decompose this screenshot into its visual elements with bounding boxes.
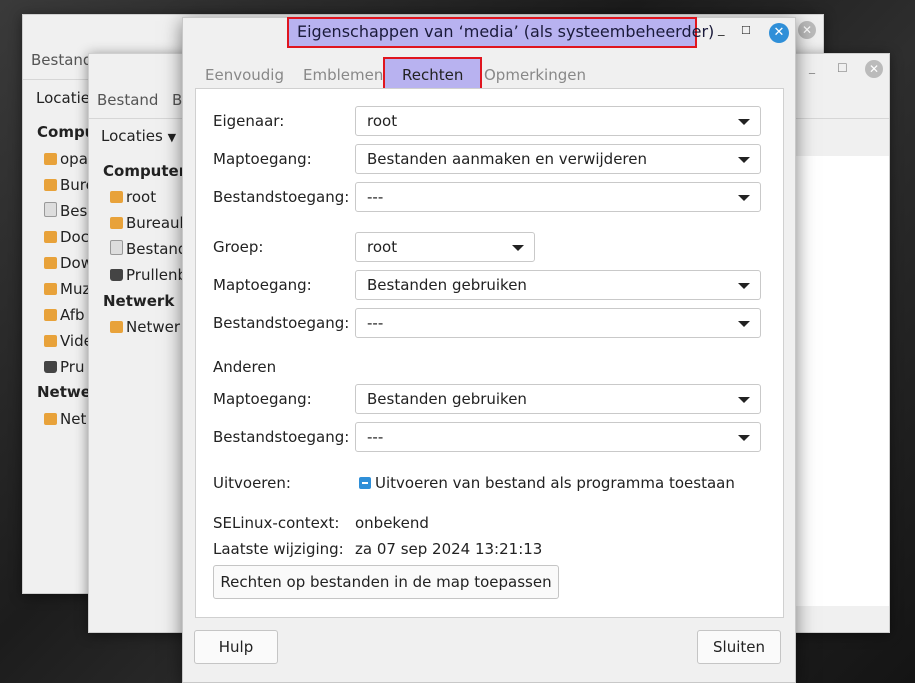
apply-recursive-button[interactable]: Rechten op bestanden in de map toepassen <box>213 565 559 599</box>
bg2-content-area <box>789 156 889 606</box>
bg1-sidebar-item[interactable]: Bes <box>44 202 87 220</box>
pictures-folder-icon <box>44 309 57 321</box>
execute-checkbox[interactable] <box>359 477 371 489</box>
home-folder-icon <box>44 153 57 165</box>
desktop-folder-icon <box>110 217 123 229</box>
bg2-sidebar-item[interactable]: root <box>110 188 156 206</box>
close-icon[interactable]: ✕ <box>769 23 789 43</box>
music-folder-icon <box>44 283 57 295</box>
tab-emblemen[interactable]: Emblemen <box>303 66 383 84</box>
selinux-value: onbekend <box>355 514 429 532</box>
bg2-maximize-icon[interactable]: ☐ <box>837 61 848 75</box>
bg2-locations-button[interactable]: Locaties ▼ <box>101 127 176 145</box>
minimize-icon[interactable]: _ <box>718 22 725 37</box>
dropdown-arrow-icon <box>738 157 750 163</box>
network-icon <box>44 413 57 425</box>
owner-file-access-label: Bestandstoegang: <box>213 188 350 206</box>
owner-label: Eigenaar: <box>213 112 285 130</box>
bg2-computer-heading: Computer <box>103 162 187 180</box>
trash-icon <box>44 361 57 373</box>
dropdown-arrow-icon <box>738 195 750 201</box>
modified-label: Laatste wijziging: <box>213 540 344 558</box>
downloads-folder-icon <box>44 257 57 269</box>
chevron-down-icon: ▼ <box>167 131 177 144</box>
dropdown-arrow-icon <box>738 397 750 403</box>
owner-folder-access-combo[interactable]: Bestanden aanmaken en verwijderen <box>355 144 761 174</box>
bg2-sidebar-item[interactable]: Prullenb <box>110 266 187 284</box>
owner-folder-access-label: Maptoegang: <box>213 150 312 168</box>
others-folder-access-combo[interactable]: Bestanden gebruiken <box>355 384 761 414</box>
execute-checkbox-label[interactable]: Uitvoeren van bestand als programma toes… <box>375 474 735 492</box>
close-button[interactable]: Sluiten <box>697 630 781 664</box>
dropdown-arrow-icon <box>738 435 750 441</box>
bg2-network-heading: Netwerk <box>103 292 175 310</box>
owner-file-access-combo[interactable]: --- <box>355 182 761 212</box>
others-label: Anderen <box>213 358 277 376</box>
bg1-sidebar-item[interactable]: Pru <box>44 358 84 376</box>
home-folder-icon <box>110 191 123 203</box>
bg2-menu-b[interactable]: B <box>172 91 182 109</box>
bg1-sidebar-item[interactable]: Vide <box>44 332 93 350</box>
bg2-menu-file[interactable]: Bestand <box>97 91 158 109</box>
bg1-sidebar-item[interactable]: Doc <box>44 228 89 246</box>
dropdown-arrow-icon <box>738 283 750 289</box>
execute-label: Uitvoeren: <box>213 474 291 492</box>
bg2-close-icon[interactable]: ✕ <box>865 60 883 78</box>
dropdown-arrow-icon <box>738 119 750 125</box>
bg1-sidebar-item[interactable]: opa <box>44 150 88 168</box>
group-file-access-combo[interactable]: --- <box>355 308 761 338</box>
bg1-computer-heading: Compu <box>37 123 96 141</box>
bg1-sidebar-item[interactable]: Dow <box>44 254 93 272</box>
owner-combo[interactable]: root <box>355 106 761 136</box>
others-folder-access-label: Maptoegang: <box>213 390 312 408</box>
bg2-sidebar-item[interactable]: Bureaub <box>110 214 189 232</box>
documents-folder-icon <box>44 231 57 243</box>
group-combo[interactable]: root <box>355 232 535 262</box>
trash-icon <box>110 269 123 281</box>
network-icon <box>110 321 123 333</box>
file-icon <box>110 240 123 255</box>
group-label: Groep: <box>213 238 264 256</box>
group-file-access-label: Bestandstoegang: <box>213 314 350 332</box>
bg2-sidebar-item[interactable]: Netwer <box>110 318 180 336</box>
bg2-sidebar-item[interactable]: Bestand <box>110 240 187 258</box>
tab-opmerkingen[interactable]: Opmerkingen <box>484 66 586 84</box>
bg1-sidebar-item[interactable]: Muz <box>44 280 90 298</box>
tab-eenvoudig[interactable]: Eenvoudig <box>205 66 284 84</box>
group-folder-access-label: Maptoegang: <box>213 276 312 294</box>
bg1-network-heading: Netwe <box>37 383 91 401</box>
bg1-close-icon[interactable]: ✕ <box>798 21 816 39</box>
videos-folder-icon <box>44 335 57 347</box>
others-file-access-combo[interactable]: --- <box>355 422 761 452</box>
desktop-folder-icon <box>44 179 57 191</box>
bg1-menu-file[interactable]: Bestand <box>31 51 92 69</box>
tab-rechten[interactable]: Rechten <box>402 66 463 84</box>
dropdown-arrow-icon <box>512 245 524 251</box>
selinux-label: SELinux-context: <box>213 514 340 532</box>
modified-value: za 07 sep 2024 13:21:13 <box>355 540 543 558</box>
dropdown-arrow-icon <box>738 321 750 327</box>
maximize-icon[interactable]: ☐ <box>741 24 751 37</box>
dialog-title: Eigenschappen van ‘media’ (als systeembe… <box>297 22 715 41</box>
group-folder-access-combo[interactable]: Bestanden gebruiken <box>355 270 761 300</box>
bg2-minimize-icon[interactable]: _ <box>809 60 815 74</box>
others-file-access-label: Bestandstoegang: <box>213 428 350 446</box>
bg1-sidebar-item[interactable]: Net <box>44 410 86 428</box>
bg1-sidebar-item[interactable]: Afb <box>44 306 85 324</box>
file-icon <box>44 202 57 217</box>
help-button[interactable]: Hulp <box>194 630 278 664</box>
